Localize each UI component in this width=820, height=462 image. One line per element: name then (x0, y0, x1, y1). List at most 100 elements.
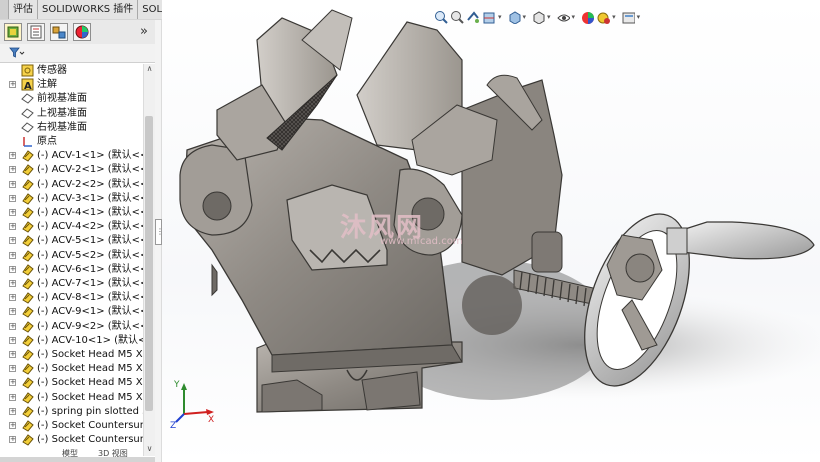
tree-item[interactable]: + (-) Socket Head M5 X (0, 376, 143, 390)
expand-toggle-icon[interactable]: + (9, 308, 16, 316)
tree-item[interactable]: + (-) ACV-2<2> (默认<<默 (0, 178, 143, 192)
tree-item-label: 注解 (37, 79, 57, 91)
view-settings-icon[interactable] (621, 10, 635, 24)
part-icon (21, 220, 34, 233)
tree-item[interactable]: + (-) spring pin slotted 5 (0, 405, 143, 419)
tree-item[interactable]: + A 注解 (0, 78, 143, 92)
section-view-icon[interactable] (482, 10, 496, 24)
expand-toggle-icon[interactable]: + (9, 180, 16, 188)
graphics-viewport[interactable]: ▾ ▾ ▾ ▾ ▾ ▾ 沐风网 www.mfcad.com Y X Z (162, 0, 820, 462)
configuration-manager-tab[interactable] (50, 23, 68, 41)
tree-item[interactable]: 前视基准面 (0, 92, 143, 106)
crank-handle-collar (666, 227, 688, 255)
expand-toggle-icon[interactable]: + (9, 209, 16, 216)
zoom-to-area-icon[interactable] (450, 10, 464, 24)
expand-toggle-icon[interactable]: + (9, 379, 16, 387)
tab-model[interactable]: 模型 (62, 448, 78, 462)
dropdown-icon[interactable]: ▾ (523, 13, 527, 21)
tree-item[interactable]: + (-) ACV-10<1> (默认<< (0, 334, 143, 348)
tree-item[interactable]: 原点 (0, 135, 143, 149)
expand-toggle-icon[interactable]: + (9, 194, 16, 202)
triad-z-label: Z (170, 421, 176, 428)
expand-toggle-icon[interactable]: + (9, 351, 16, 358)
tree-item[interactable]: + (-) ACV-9<1> (默认<<默 (0, 305, 143, 319)
expand-toggle-icon[interactable]: + (9, 336, 16, 344)
tree-item-label: (-) ACV-8<1> (默认<<默 (37, 292, 143, 304)
tree-item[interactable]: + (-) ACV-4<2> (默认<<默 (0, 220, 143, 234)
vise-assembly-model (179, 9, 820, 413)
origin-icon (21, 135, 34, 148)
expand-toggle-icon[interactable]: + (9, 422, 16, 429)
panel-splitter[interactable]: ⋮ (155, 20, 164, 462)
tree-item-label: (-) ACV-2<1> (默认<<默 (37, 164, 143, 176)
expand-toggle-icon[interactable]: + (9, 407, 16, 415)
expand-toggle-icon[interactable]: + (9, 322, 16, 330)
tree-item[interactable]: + (-) Socket Head M5 X (0, 348, 143, 362)
tree-item[interactable]: + (-) ACV-9<2> (默认<<默 (0, 320, 143, 334)
dropdown-icon[interactable]: ▾ (612, 13, 616, 21)
tree-item[interactable]: + (-) Socket Head M5 X (0, 362, 143, 376)
tree-item[interactable]: + (-) ACV-5<2> (默认<<默 (0, 249, 143, 263)
expand-toggle-icon[interactable]: + (9, 294, 16, 302)
part-icon (21, 206, 34, 219)
tree-item[interactable]: + (-) Socket Head M5 X (0, 391, 143, 405)
expand-toggle-icon[interactable]: + (9, 81, 16, 89)
dropdown-icon[interactable]: ▾ (547, 13, 551, 21)
tree-item[interactable]: 右视基准面 (0, 121, 143, 135)
part-icon (21, 334, 34, 347)
tree-item-label: (-) ACV-9<2> (默认<<默 (37, 320, 143, 332)
zoom-to-fit-icon[interactable] (434, 10, 448, 24)
apply-scene-icon[interactable] (596, 10, 611, 24)
expand-toggle-icon[interactable]: + (9, 365, 16, 373)
part-icon (21, 163, 34, 177)
expand-toggle-icon[interactable]: + (9, 166, 16, 174)
tree-item[interactable]: 传感器 (0, 64, 143, 78)
tree-item[interactable]: + (-) ACV-5<1> (默认<<默 (0, 234, 143, 248)
expand-toggle-icon[interactable]: + (9, 436, 16, 444)
tab-3d-views[interactable]: 3D 视图 (98, 448, 128, 462)
tree-scrollbar[interactable]: ∧ ∨ (143, 64, 155, 456)
tree-item[interactable]: + (-) ACV-1<1> (默认<<默 (0, 149, 143, 163)
dropdown-icon[interactable]: ▾ (572, 13, 576, 21)
tree-item-label: (-) ACV-2<2> (默认<<默 (37, 178, 143, 190)
splitter-handle[interactable]: ⋮ (155, 219, 164, 245)
tree-item[interactable]: + (-) Socket Countersunk (0, 419, 143, 433)
tree-item[interactable]: + (-) ACV-7<1> (默认<<默 (0, 277, 143, 291)
tree-item[interactable]: + (-) Socket Countersunk (0, 433, 143, 447)
tree-item[interactable]: + (-) ACV-3<1> (默认<<默 (0, 192, 143, 206)
previous-view-icon[interactable] (466, 10, 480, 24)
tree-item[interactable]: 上视基准面 (0, 107, 143, 121)
tree-item[interactable]: + (-) ACV-4<1> (默认<<默 (0, 206, 143, 220)
dropdown-icon[interactable]: ▾ (498, 13, 502, 21)
tree-item[interactable]: + (-) ACV-8<1> (默认<<默 (0, 291, 143, 305)
tab-prev[interactable] (0, 0, 9, 19)
expand-toggle-icon[interactable]: + (9, 265, 16, 273)
expand-toggle-icon[interactable]: + (9, 152, 16, 160)
tree-item[interactable]: + (-) ACV-2<1> (默认<<默 (0, 163, 143, 177)
part-icon (21, 305, 34, 319)
scroll-up-arrow[interactable]: ∧ (145, 64, 154, 76)
display-manager-tab[interactable] (73, 23, 91, 41)
scroll-thumb[interactable] (145, 116, 153, 411)
tree-item[interactable]: + (-) ACV-6<1> (默认<<默 (0, 263, 143, 277)
display-style-icon[interactable] (531, 10, 545, 24)
expand-panel-chevron[interactable]: » (140, 24, 148, 39)
hide-show-items-icon[interactable] (556, 10, 570, 24)
expand-toggle-icon[interactable]: + (9, 393, 16, 401)
edit-appearance-icon[interactable] (580, 10, 595, 24)
expand-toggle-icon[interactable]: + (9, 280, 16, 287)
triad-y-label: Y (173, 380, 180, 390)
tab-solidworks-addins[interactable]: SOLIDWORKS 插件 (38, 0, 139, 19)
dropdown-icon[interactable]: ▾ (637, 13, 641, 21)
watermark-url: www.mfcad.com (380, 236, 463, 247)
expand-toggle-icon[interactable]: + (9, 223, 16, 231)
filter-icon[interactable] (9, 47, 25, 59)
tab-evaluate[interactable]: 评估 (9, 0, 38, 19)
view-orientation-icon[interactable] (507, 10, 521, 24)
property-manager-tab[interactable] (27, 23, 45, 41)
expand-toggle-icon[interactable]: + (9, 237, 16, 245)
tree-item-label: (-) ACV-10<1> (默认<< (37, 334, 143, 346)
expand-toggle-icon[interactable]: + (9, 251, 16, 259)
scroll-down-arrow[interactable]: ∨ (145, 444, 154, 456)
feature-manager-tab[interactable] (4, 23, 22, 41)
